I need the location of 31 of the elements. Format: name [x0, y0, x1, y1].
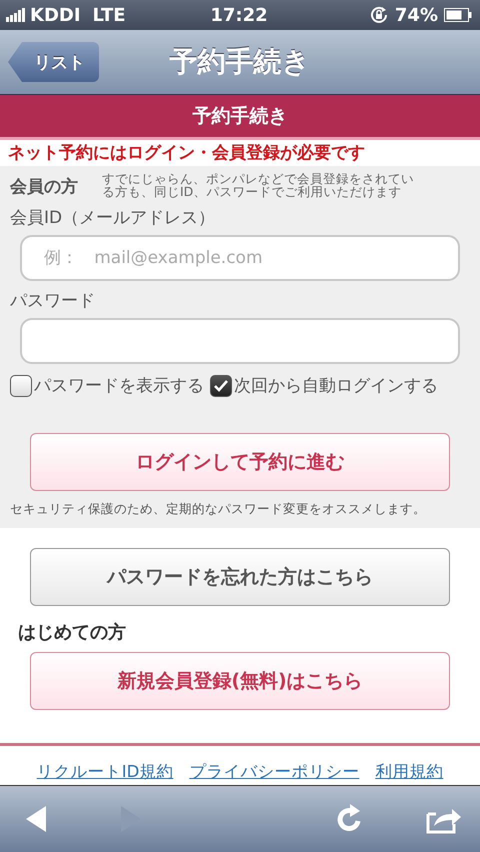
field-label: 会員ID（メールアドレス）: [10, 208, 216, 228]
member-note: すでにじゃらん、ポンパレなどで会員登録をされている方も、同じID、パスワードでご利用いただけます: [102, 172, 415, 198]
checkmark-icon: [213, 378, 229, 392]
register-button[interactable]: 新規会員登録(無料)はこちら: [30, 652, 450, 710]
security-note: セキュリティ保護のため、定期的なパスワード変更をオススメします。: [10, 501, 426, 516]
checkbox-label: 次回から自動ログインする: [234, 375, 438, 397]
battery-percent: 74%: [394, 4, 438, 26]
clock-time: 17:22: [210, 4, 268, 26]
field-label: パスワード: [10, 291, 95, 311]
carrier-name: KDDI: [30, 4, 81, 26]
page-title: 予約手続き: [170, 45, 310, 78]
rotation-lock-icon: [368, 5, 389, 25]
checkbox-label: パスワードを表示する: [34, 375, 204, 397]
notice-text: ネット予約にはログイン・会員登録が必要です: [8, 143, 365, 163]
back-button[interactable]: リスト: [8, 42, 99, 82]
footer-link[interactable]: 利用規約: [375, 761, 444, 783]
section-header: 予約手続き: [192, 104, 288, 129]
login-button[interactable]: ログインして予約に進む: [30, 433, 450, 491]
footer-link[interactable]: プライバシーポリシー: [189, 761, 360, 783]
footer-link[interactable]: リクルートID規約: [36, 761, 174, 783]
member-heading: 会員の方: [10, 176, 78, 198]
network-type: LTE: [92, 4, 126, 26]
signal-icon: [6, 8, 26, 22]
input-field[interactable]: [20, 318, 460, 364]
back-icon[interactable]: [24, 804, 48, 834]
input-field[interactable]: 例： mail@example.com: [20, 235, 460, 281]
checkbox[interactable]: [10, 374, 32, 396]
new-user-heading: はじめての方: [18, 622, 126, 643]
forgot-password-button[interactable]: パスワードを忘れた方はこちら: [30, 548, 450, 606]
checkbox[interactable]: [210, 374, 232, 396]
battery-icon: [444, 8, 472, 22]
